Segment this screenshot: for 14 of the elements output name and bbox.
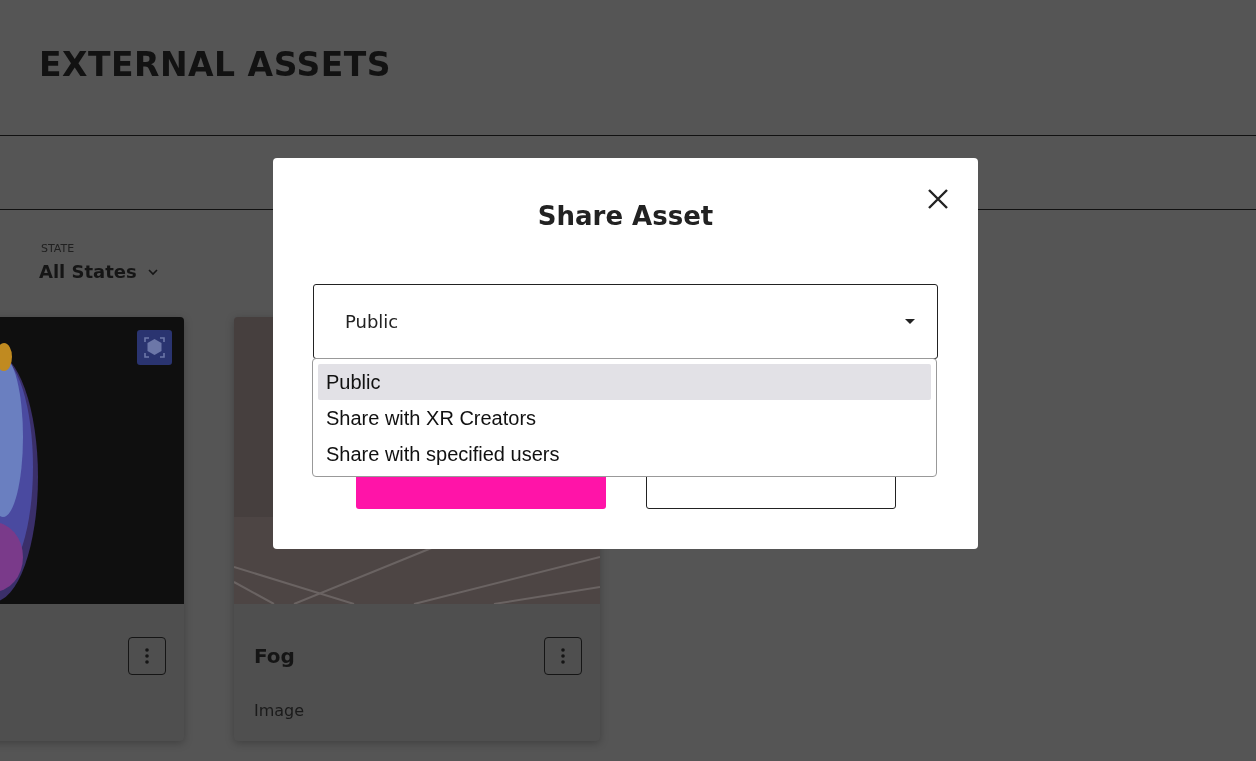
page-title: EXTERNAL ASSETS	[39, 45, 392, 84]
more-button[interactable]	[128, 637, 166, 675]
chevron-icon	[146, 267, 159, 276]
close-button[interactable]	[926, 187, 950, 211]
card-title: Fog	[254, 644, 295, 668]
dialog-title: Share Asset	[537, 201, 714, 231]
option-item[interactable]: Share with specified users	[318, 436, 931, 472]
option-item[interactable]: Public	[318, 364, 931, 400]
kebab-icon	[561, 648, 565, 664]
kebab-icon	[145, 648, 149, 664]
caret-icon	[905, 319, 915, 324]
share-select[interactable]: Public	[313, 284, 938, 359]
option-item[interactable]: Share with XR Creators	[318, 400, 931, 436]
more-button[interactable]	[544, 637, 582, 675]
